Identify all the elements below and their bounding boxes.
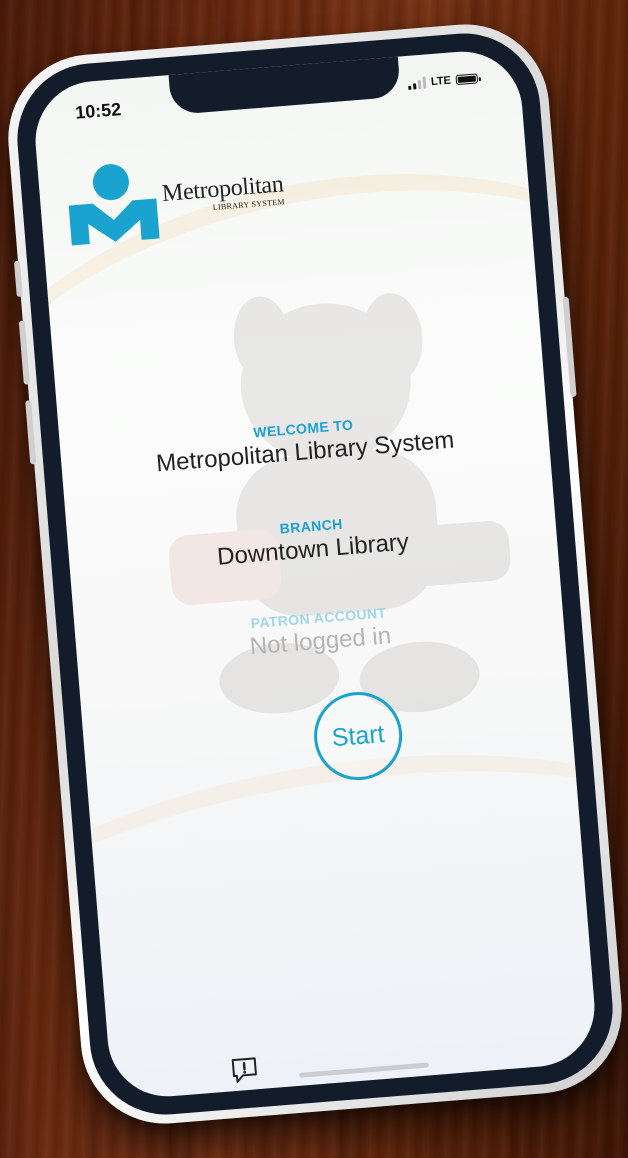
- background-swoosh-lower: [30, 706, 600, 1101]
- status-time: 10:52: [74, 99, 122, 123]
- logo-mark-icon: [68, 164, 160, 246]
- feedback-alert-icon[interactable]: [230, 1056, 260, 1084]
- phone-volume-up: [18, 320, 30, 385]
- phone-device: 10:52 LTE Metropolitan LIBRARY SYSTEM WE…: [1, 17, 628, 1131]
- logo-text: Metropolitan LIBRARY SYSTEM: [161, 171, 285, 216]
- phone-volume-down: [25, 400, 37, 465]
- phone-power-button: [562, 296, 577, 397]
- phone-side-button: [13, 260, 23, 298]
- background-scene: 10:52 LTE Metropolitan LIBRARY SYSTEM WE…: [0, 0, 628, 1158]
- network-type: LTE: [430, 74, 452, 89]
- app-screen: 10:52 LTE Metropolitan LIBRARY SYSTEM WE…: [30, 47, 600, 1101]
- signal-icon: [408, 76, 427, 90]
- library-logo: Metropolitan LIBRARY SYSTEM: [63, 148, 287, 247]
- camera-notch: [168, 54, 401, 116]
- battery-icon: [455, 73, 479, 86]
- phone-bezel: 10:52 LTE Metropolitan LIBRARY SYSTEM WE…: [11, 27, 619, 1121]
- status-indicators: LTE: [408, 72, 479, 90]
